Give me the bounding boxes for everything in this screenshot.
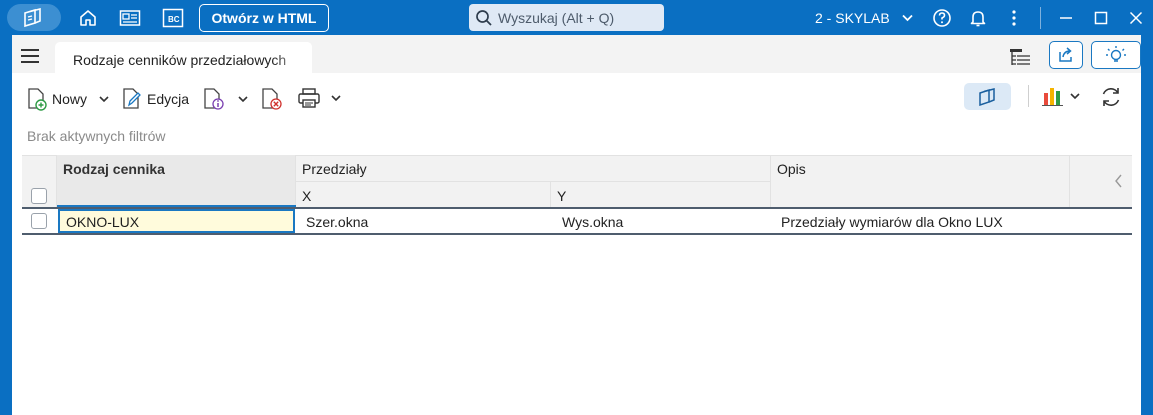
header-y-label: Y (557, 188, 567, 204)
info-document-icon (204, 88, 224, 110)
chevron-down-icon (902, 14, 913, 22)
database-selector[interactable]: 2 - SKYLAB (815, 10, 913, 26)
share-icon (1059, 47, 1072, 62)
header-przedzialy-label: Przedziały (302, 161, 367, 177)
row-checkbox[interactable] (31, 213, 47, 229)
new-document-icon (28, 88, 47, 111)
bell-icon (970, 11, 986, 27)
chevron-left-icon (1115, 174, 1122, 188)
view-mode-button[interactable] (964, 83, 1011, 110)
header-x-label: X (302, 188, 312, 204)
chart-button[interactable] (1041, 85, 1081, 107)
share-button[interactable] (1049, 41, 1083, 69)
toolbar-divider (1028, 85, 1029, 107)
lightbulb-icon (1106, 46, 1126, 62)
chevron-down-icon (238, 96, 248, 103)
header-rodzaj-label: Rodzaj cennika (63, 161, 165, 177)
row-bottom-border (22, 233, 1132, 235)
tab-label: Rodzaje cenników przedziałowych (73, 52, 287, 68)
header-przedzialy[interactable]: Przedziały (296, 155, 771, 182)
title-bar: BC Otwórz w HTML Wyszukaj (Alt + Q) 2 - … (0, 0, 1153, 35)
tab-rodzaje-cennikow[interactable]: Rodzaje cenników przedziałowych (55, 42, 312, 73)
tree-structure-icon (1010, 49, 1030, 65)
print-button[interactable] (297, 87, 343, 109)
cell-y[interactable]: Wys.okna (562, 214, 623, 230)
filter-status: Brak aktywnych filtrów (27, 128, 166, 144)
select-all-checkbox[interactable] (31, 188, 47, 204)
more-options-button[interactable] (999, 4, 1029, 32)
minimize-button[interactable] (1051, 4, 1081, 32)
header-select-all (22, 155, 57, 207)
header-opis[interactable]: Opis (771, 155, 1070, 207)
search-placeholder: Wyszukaj (Alt + Q) (498, 9, 615, 26)
search-input[interactable]: Wyszukaj (Alt + Q) (469, 4, 664, 31)
cell-opis[interactable]: Przedziały wymiarów dla Okno LUX (781, 214, 1003, 230)
content-area: Nowy Edycja Brak aktywnych filtrów Rodza… (12, 73, 1141, 415)
info-button[interactable] (202, 87, 250, 111)
refresh-button[interactable] (1099, 85, 1123, 112)
chevron-down-icon (331, 95, 341, 102)
refresh-icon (1102, 88, 1120, 106)
help-button[interactable] (927, 4, 957, 32)
home-button[interactable] (73, 4, 103, 32)
new-button[interactable]: Nowy (26, 87, 111, 111)
open-html-button[interactable]: Otwórz w HTML (199, 4, 329, 32)
search-icon (476, 9, 492, 26)
menu-button[interactable] (20, 48, 40, 67)
layers-icon (978, 87, 995, 106)
header-y[interactable]: Y (551, 182, 771, 207)
maximize-button[interactable] (1086, 4, 1116, 32)
bar-chart-icon (1042, 88, 1063, 106)
header-x[interactable]: X (296, 182, 551, 207)
cell-rodzaj[interactable]: OKNO-LUX (58, 209, 295, 233)
edit-document-icon (123, 88, 141, 109)
bc-label: BC (168, 15, 180, 24)
cell-rodzaj-text: OKNO-LUX (66, 214, 140, 230)
main-panel: Rodzaje cenników przedziałowych Nowy Edy… (12, 35, 1141, 415)
minimize-icon (1060, 17, 1072, 19)
chevron-down-icon (1070, 93, 1080, 100)
close-icon (1129, 11, 1143, 25)
close-button[interactable] (1121, 4, 1151, 32)
bc-button[interactable]: BC (158, 4, 188, 32)
structure-button[interactable] (1008, 46, 1032, 71)
chevron-down-icon (99, 96, 109, 103)
hamburger-icon (21, 49, 39, 63)
help-icon (933, 9, 951, 27)
app-logo-button[interactable] (7, 4, 61, 31)
delete-button[interactable] (260, 87, 284, 111)
header-scroll-arrow[interactable] (1114, 173, 1128, 189)
newspaper-icon (119, 10, 141, 26)
table-row[interactable]: OKNO-LUX Szer.okna Wys.okna Przedziały w… (22, 209, 1132, 233)
home-icon (80, 10, 96, 26)
new-label: Nowy (52, 91, 88, 107)
more-vertical-icon (1012, 10, 1016, 26)
cell-x[interactable]: Szer.okna (306, 214, 368, 230)
news-button[interactable] (115, 4, 145, 32)
delete-document-icon (262, 88, 282, 110)
maximize-icon (1094, 11, 1108, 25)
edit-button[interactable]: Edycja (121, 87, 189, 111)
notifications-button[interactable] (963, 4, 993, 32)
titlebar-divider (1040, 7, 1041, 29)
header-rodzaj[interactable]: Rodzaj cennika (57, 155, 296, 207)
database-label: 2 - SKYLAB (815, 10, 890, 26)
header-opis-label: Opis (777, 161, 806, 177)
edit-label: Edycja (147, 91, 190, 107)
printer-icon (298, 88, 320, 108)
app-logo-icon (24, 7, 41, 27)
tips-button[interactable] (1091, 41, 1141, 69)
